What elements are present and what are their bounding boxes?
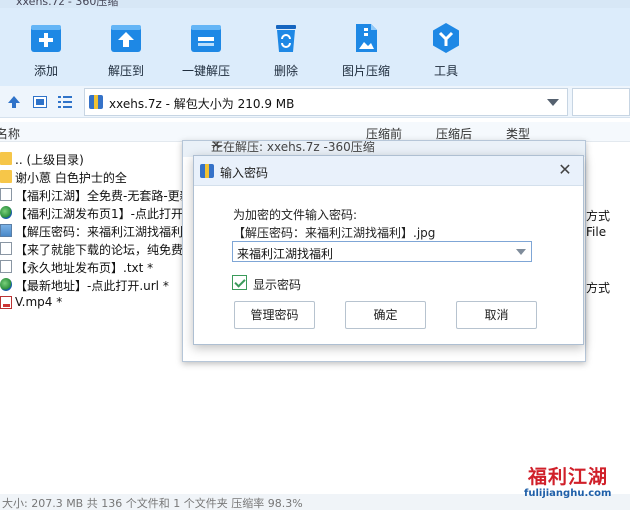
chevron-down-icon[interactable] (516, 249, 526, 255)
up-arrow-icon[interactable] (7, 95, 21, 109)
cancel-button[interactable]: 取消 (456, 301, 537, 329)
one-click-extract-button[interactable]: 一键解压 (171, 18, 241, 79)
add-button[interactable]: 添加 (11, 18, 81, 79)
row-type-cell: 方式 (586, 209, 611, 223)
password-dialog: 输入密码 ✕ 为加密的文件输入密码: 【解压密码：来福利江湖找福利】.jpg 来… (193, 155, 584, 345)
globe-icon (0, 278, 12, 291)
show-password-label[interactable]: 显示密码 (253, 276, 301, 293)
archive-icon (200, 164, 214, 178)
status-text: 大小: 207.3 MB 共 136 个文件和 1 个文件夹 压缩率 98.3% (2, 497, 303, 510)
list-item[interactable]: 【来了就能下载的论坛，纯免费 (0, 240, 200, 258)
delete-icon (270, 22, 302, 54)
video-file-icon (0, 296, 12, 309)
list-item[interactable]: 【最新地址】-点此打开.url * (0, 276, 200, 294)
list-item[interactable]: 【永久地址发布页】.txt * (0, 258, 200, 276)
image-file-icon (0, 224, 12, 237)
path-bar: xxehs.7z - 解包大小为 210.9 MB (0, 86, 630, 118)
thumbnail-view-icon[interactable] (33, 96, 47, 108)
list-item[interactable]: 【福利江湖发布页1】-点此打开 (0, 204, 200, 222)
text-file-icon (0, 260, 12, 273)
ok-button[interactable]: 确定 (345, 301, 426, 329)
main-toolbar: 添加 解压到 一键解压 删除 图片压缩 工具 (0, 8, 630, 86)
add-icon (30, 22, 62, 54)
list-item[interactable]: V.mp4 * (0, 294, 200, 312)
watermark-logo: 福利江湖 fulijianghu.com (522, 462, 628, 502)
manage-password-button[interactable]: 管理密码 (234, 301, 315, 329)
one-click-extract-icon (190, 22, 222, 54)
tools-button[interactable]: 工具 (411, 18, 481, 79)
list-view-icon[interactable] (58, 96, 72, 108)
folder-icon (0, 170, 12, 183)
row-type-cell: File (586, 225, 607, 239)
image-compress-icon (350, 22, 382, 54)
tools-icon (430, 22, 462, 54)
image-compress-button[interactable]: 图片压缩 (331, 18, 401, 79)
show-password-checkbox[interactable] (232, 275, 247, 290)
password-prompt: 为加密的文件输入密码: (233, 208, 358, 222)
search-input[interactable] (572, 88, 630, 116)
add-label: 添加 (33, 64, 58, 78)
window-title: xxehs.7z - 360压缩 (16, 0, 119, 8)
password-field[interactable]: 来福利江湖找福利 (232, 241, 532, 262)
image-compress-label: 图片压缩 (341, 64, 390, 78)
list-item[interactable]: 谢小蒽 白色护士的全 (0, 168, 200, 186)
globe-icon (0, 206, 12, 219)
password-hint: 【解压密码：来福利江湖找福利】.jpg (233, 226, 436, 240)
one-click-extract-label: 一键解压 (181, 64, 230, 78)
delete-button[interactable]: 删除 (251, 18, 321, 79)
text-file-icon (0, 242, 12, 255)
tools-label: 工具 (433, 64, 458, 78)
password-value: 来福利江湖找福利 (237, 247, 334, 261)
delete-label: 删除 (273, 64, 298, 78)
extract-to-icon (110, 22, 142, 54)
extract-to-label: 解压到 (107, 64, 144, 78)
column-name-header[interactable]: 名称 (0, 125, 20, 142)
password-dialog-title: 输入密码 (220, 166, 269, 180)
file-list-header: 名称 压缩前 压缩后 类型 (0, 122, 630, 142)
extract-to-button[interactable]: 解压到 (91, 18, 161, 79)
password-dialog-titlebar: 输入密码 ✕ (194, 156, 583, 186)
path-text: xxehs.7z - 解包大小为 210.9 MB (109, 97, 295, 111)
folder-icon (0, 152, 12, 165)
list-item[interactable]: .. (上级目录) (0, 150, 200, 168)
archive-icon (89, 95, 103, 109)
watermark-url: fulijianghu.com (524, 488, 612, 499)
list-item[interactable]: 【福利江湖】全免费-无套路-更新 (0, 186, 200, 204)
close-icon[interactable]: ✕ (555, 160, 575, 180)
text-file-icon (0, 188, 12, 201)
path-field[interactable]: xxehs.7z - 解包大小为 210.9 MB (84, 88, 568, 116)
window-titlebar: xxehs.7z - 360压缩 (0, 0, 630, 8)
close-icon[interactable]: ✕ (211, 141, 575, 152)
row-type-cell: 方式 (586, 281, 611, 295)
list-item[interactable]: 【解压密码：来福利江湖找福利 (0, 222, 200, 240)
chevron-down-icon[interactable] (547, 99, 559, 106)
watermark-title: 福利江湖 (528, 466, 609, 488)
